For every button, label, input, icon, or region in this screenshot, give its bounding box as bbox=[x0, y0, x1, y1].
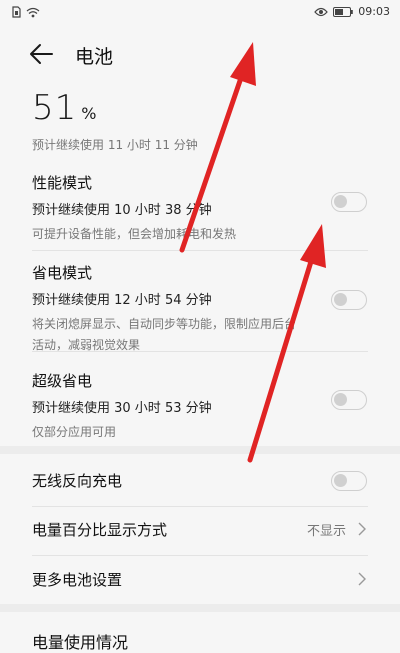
battery-percentage: 51 bbox=[32, 88, 78, 128]
divider bbox=[32, 250, 368, 251]
percentage-display-row[interactable]: 电量百分比显示方式 不显示 bbox=[32, 517, 368, 543]
eye-icon bbox=[314, 7, 329, 17]
ultra-power-saving-estimate: 预计继续使用 30 小时 53 分钟 bbox=[32, 401, 212, 416]
toggle-knob bbox=[334, 293, 347, 306]
power-saving-mode-description: 将关闭熄屏显示、自动同步等功能，限制应用后台活动，减弱视觉效果 bbox=[32, 317, 297, 352]
performance-mode: 性能模式 预计继续使用 10 小时 38 分钟 可提升设备性能，但会增加耗电和发… bbox=[32, 172, 368, 245]
percentage-display-label: 电量百分比显示方式 bbox=[32, 521, 168, 539]
toggle-knob bbox=[334, 195, 347, 208]
power-saving-mode: 省电模式 预计继续使用 12 小时 54 分钟 将关闭熄屏显示、自动同步等功能，… bbox=[32, 262, 368, 356]
ultra-power-saving-mode: 超级省电 预计继续使用 30 小时 53 分钟 仅部分应用可用 bbox=[32, 370, 368, 443]
section-separator bbox=[0, 446, 400, 454]
performance-mode-estimate: 预计继续使用 10 小时 38 分钟 bbox=[32, 203, 212, 218]
wireless-reverse-charging-toggle[interactable] bbox=[331, 471, 367, 491]
page-title: 电池 bbox=[75, 46, 114, 68]
toggle-knob bbox=[334, 474, 347, 487]
divider bbox=[32, 555, 368, 556]
back-arrow-icon bbox=[30, 44, 53, 64]
battery-remaining-time: 预计继续使用 11 小时 11 分钟 bbox=[32, 138, 198, 152]
section-separator bbox=[0, 604, 400, 612]
battery-usage-title: 电量使用情况 bbox=[32, 633, 129, 652]
performance-mode-title: 性能模式 bbox=[32, 174, 93, 192]
power-saving-mode-estimate: 预计继续使用 12 小时 54 分钟 bbox=[32, 293, 212, 308]
power-saving-mode-title: 省电模式 bbox=[32, 264, 93, 282]
power-saving-mode-toggle[interactable] bbox=[331, 290, 367, 310]
back-button[interactable] bbox=[28, 42, 56, 68]
status-time: 09:03 bbox=[358, 5, 390, 18]
ultra-power-saving-description: 仅部分应用可用 bbox=[32, 425, 117, 439]
divider bbox=[32, 506, 368, 507]
wireless-reverse-charging-label: 无线反向充电 bbox=[32, 472, 123, 490]
more-battery-settings-label: 更多电池设置 bbox=[32, 571, 123, 589]
divider bbox=[32, 351, 368, 352]
sim-icon bbox=[12, 6, 21, 18]
battery-level: 51% bbox=[32, 88, 96, 128]
wireless-reverse-charging-row[interactable]: 无线反向充电 bbox=[32, 468, 368, 494]
chevron-right-icon bbox=[358, 572, 366, 586]
wifi-icon bbox=[26, 7, 40, 18]
performance-mode-description: 可提升设备性能，但会增加耗电和发热 bbox=[32, 227, 237, 241]
ultra-power-saving-title: 超级省电 bbox=[32, 372, 93, 390]
performance-mode-toggle[interactable] bbox=[331, 192, 367, 212]
more-battery-settings-row[interactable]: 更多电池设置 bbox=[32, 567, 368, 593]
status-bar: 09:03 bbox=[0, 0, 400, 26]
battery-icon bbox=[333, 6, 354, 17]
header: 电池 bbox=[0, 34, 400, 74]
percentage-display-value: 不显示 bbox=[306, 524, 346, 539]
chevron-right-icon bbox=[358, 522, 366, 536]
ultra-power-saving-toggle[interactable] bbox=[331, 390, 367, 410]
toggle-knob bbox=[334, 393, 347, 406]
battery-percent-sign: % bbox=[81, 104, 97, 123]
